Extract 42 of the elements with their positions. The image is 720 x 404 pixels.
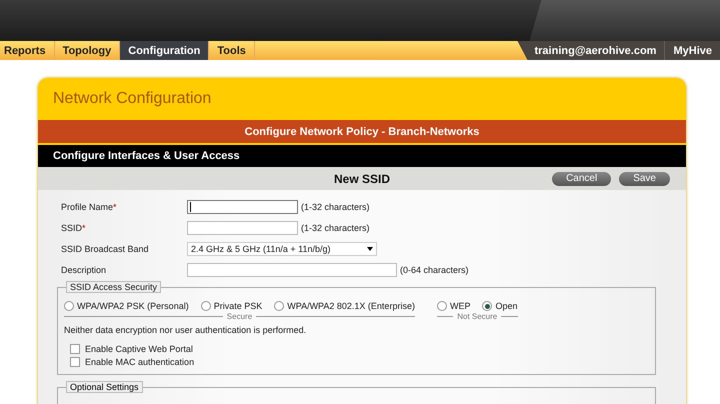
radio-label: WEP <box>450 301 470 311</box>
field-label: Description <box>61 265 108 275</box>
group-label: Secure <box>226 312 252 321</box>
input-field[interactable] <box>187 221 298 235</box>
panel-title: Network Configuration <box>52 89 212 109</box>
field-label: Profile Name* <box>61 202 118 212</box>
form-button[interactable]: Save <box>619 172 670 186</box>
radio-button[interactable] <box>482 301 492 311</box>
dropdown-arrow-icon <box>367 247 373 251</box>
user-link[interactable]: training@aerohive.com <box>517 41 664 60</box>
fieldset-legend: Optional Settings <box>66 381 143 393</box>
radio-label: Private PSK <box>214 301 262 311</box>
radio-label: WPA/WPA2 802.1X (Enterprise) <box>287 301 415 311</box>
form-button[interactable]: Cancel <box>552 172 612 186</box>
field-hint: (0-64 characters) <box>400 265 469 275</box>
radio-button[interactable] <box>64 301 74 311</box>
user-link[interactable]: MyHive <box>664 41 720 60</box>
group-label: Not Secure <box>457 312 498 321</box>
input-field[interactable] <box>187 263 397 277</box>
nav-tab[interactable]: Tools <box>209 41 255 60</box>
security-description: Neither data encryption nor user authentication is performed. <box>64 325 308 335</box>
band-dropdown[interactable]: 2.4 GHz & 5 GHz (11n/a + 11n/b/g) <box>187 242 377 256</box>
checkbox-label: Enable MAC authentication <box>85 357 194 367</box>
nav-tab[interactable]: Reports <box>0 41 55 60</box>
field-hint: (1-32 characters) <box>301 202 370 212</box>
radio-button[interactable] <box>436 301 447 311</box>
field-hint: (1-32 characters) <box>301 223 370 233</box>
form-title: New SSID <box>334 172 390 186</box>
nav-tab[interactable]: Configuration <box>120 41 210 60</box>
radio-button[interactable] <box>200 301 211 311</box>
input-field[interactable] <box>187 200 298 214</box>
radio-label: Open <box>495 301 518 311</box>
field-label: SSID Broadcast Band <box>61 244 150 254</box>
field-label: SSID* <box>61 223 87 233</box>
checkbox[interactable] <box>70 357 80 367</box>
radio-button[interactable] <box>274 301 284 311</box>
fieldset-legend: SSID Access Security <box>66 281 162 293</box>
checkbox[interactable] <box>70 344 80 354</box>
radio-label: WPA/WPA2 PSK (Personal) <box>77 301 189 311</box>
policy-bar: Configure Network Policy - Branch-Networks <box>38 120 686 143</box>
checkbox-label: Enable Captive Web Portal <box>85 344 193 354</box>
section-bar: Configure Interfaces & User Access <box>38 145 686 167</box>
